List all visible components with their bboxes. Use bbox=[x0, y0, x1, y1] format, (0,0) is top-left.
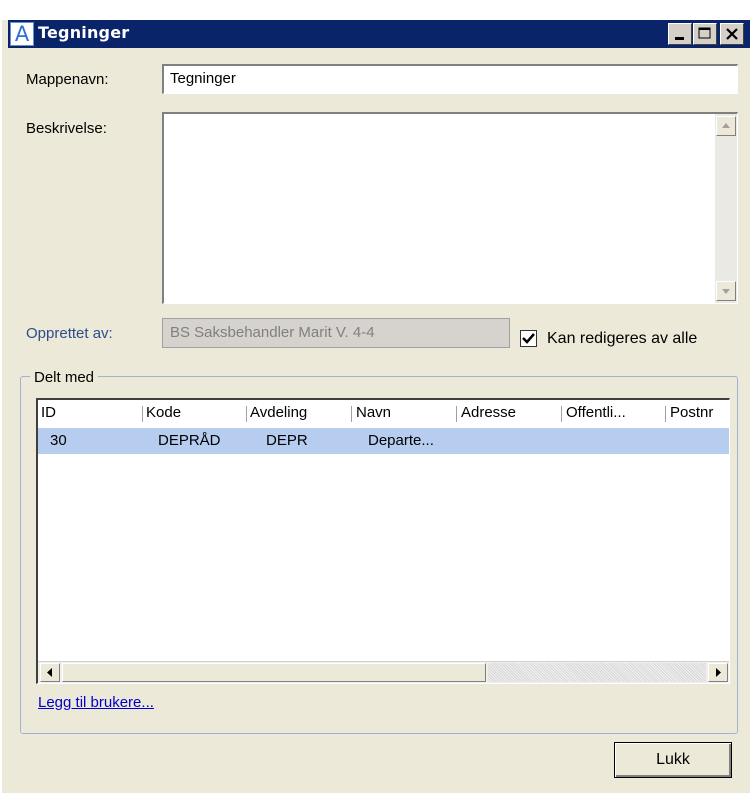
column-header-navn[interactable]: Navn bbox=[356, 404, 391, 421]
description-textarea[interactable] bbox=[162, 112, 738, 304]
column-header-kode[interactable]: Kode bbox=[146, 404, 181, 421]
scroll-up-button[interactable] bbox=[716, 116, 736, 136]
editable-by-all-checkbox[interactable] bbox=[520, 330, 537, 347]
folder-name-input[interactable]: Tegninger bbox=[162, 64, 738, 94]
created-by-field: BS Saksbehandler Marit V. 4-4 bbox=[162, 318, 510, 348]
shared-with-label: Delt med bbox=[30, 369, 99, 386]
arrow-down-icon bbox=[722, 289, 730, 294]
description-scrollbar[interactable] bbox=[715, 114, 737, 303]
column-header-offentlig[interactable]: Offentli... bbox=[566, 404, 626, 421]
add-users-link[interactable]: Legg til brukere... bbox=[38, 694, 154, 711]
table-row[interactable]: 30 DEPRÅD DEPR Departe... bbox=[38, 428, 729, 454]
cell-avdeling: DEPR bbox=[266, 432, 308, 449]
shared-users-list[interactable]: ID Kode Avdeling Navn Adresse Offentli..… bbox=[36, 398, 730, 684]
column-divider bbox=[246, 406, 247, 422]
column-divider bbox=[561, 406, 562, 422]
column-header-adresse[interactable]: Adresse bbox=[461, 404, 516, 421]
arrow-up-icon bbox=[722, 123, 730, 128]
close-button[interactable]: Lukk bbox=[614, 742, 732, 778]
maximize-icon bbox=[698, 27, 711, 39]
column-divider bbox=[665, 406, 666, 422]
folder-name-value: Tegninger bbox=[170, 70, 236, 87]
column-divider bbox=[351, 406, 352, 422]
checkmark-icon bbox=[522, 333, 535, 344]
cell-id: 30 bbox=[50, 432, 67, 449]
column-header-avdeling[interactable]: Avdeling bbox=[250, 404, 307, 421]
list-horizontal-scrollbar[interactable] bbox=[38, 661, 729, 683]
column-divider bbox=[142, 406, 143, 422]
column-header-id[interactable]: ID bbox=[41, 404, 56, 421]
scroll-down-button[interactable] bbox=[716, 281, 736, 301]
created-by-label: Opprettet av: bbox=[26, 325, 113, 342]
scrollbar-thumb[interactable] bbox=[62, 663, 486, 682]
column-divider bbox=[456, 406, 457, 422]
minimize-icon bbox=[675, 37, 684, 40]
title-bar[interactable]: A Tegninger bbox=[8, 20, 750, 48]
arrow-right-icon bbox=[716, 668, 721, 677]
cell-kode: DEPRÅD bbox=[158, 432, 221, 449]
cell-navn: Departe... bbox=[368, 432, 434, 449]
editable-by-all-label: Kan redigeres av alle bbox=[547, 330, 698, 347]
close-window-button[interactable] bbox=[720, 23, 744, 45]
description-label: Beskrivelse: bbox=[26, 120, 107, 137]
scroll-right-button[interactable] bbox=[708, 663, 728, 682]
close-icon bbox=[726, 28, 738, 40]
folder-name-label: Mappenavn: bbox=[26, 71, 109, 88]
list-header: ID Kode Avdeling Navn Adresse Offentli..… bbox=[38, 400, 729, 426]
app-logo-icon: A bbox=[10, 22, 34, 46]
scroll-left-button[interactable] bbox=[40, 663, 60, 682]
maximize-button[interactable] bbox=[693, 23, 717, 45]
scrollbar-track[interactable] bbox=[488, 663, 706, 682]
window-title: Tegninger bbox=[38, 23, 130, 42]
arrow-left-icon bbox=[47, 668, 52, 677]
minimize-button[interactable] bbox=[668, 23, 692, 45]
column-header-postnr[interactable]: Postnr bbox=[670, 404, 713, 421]
